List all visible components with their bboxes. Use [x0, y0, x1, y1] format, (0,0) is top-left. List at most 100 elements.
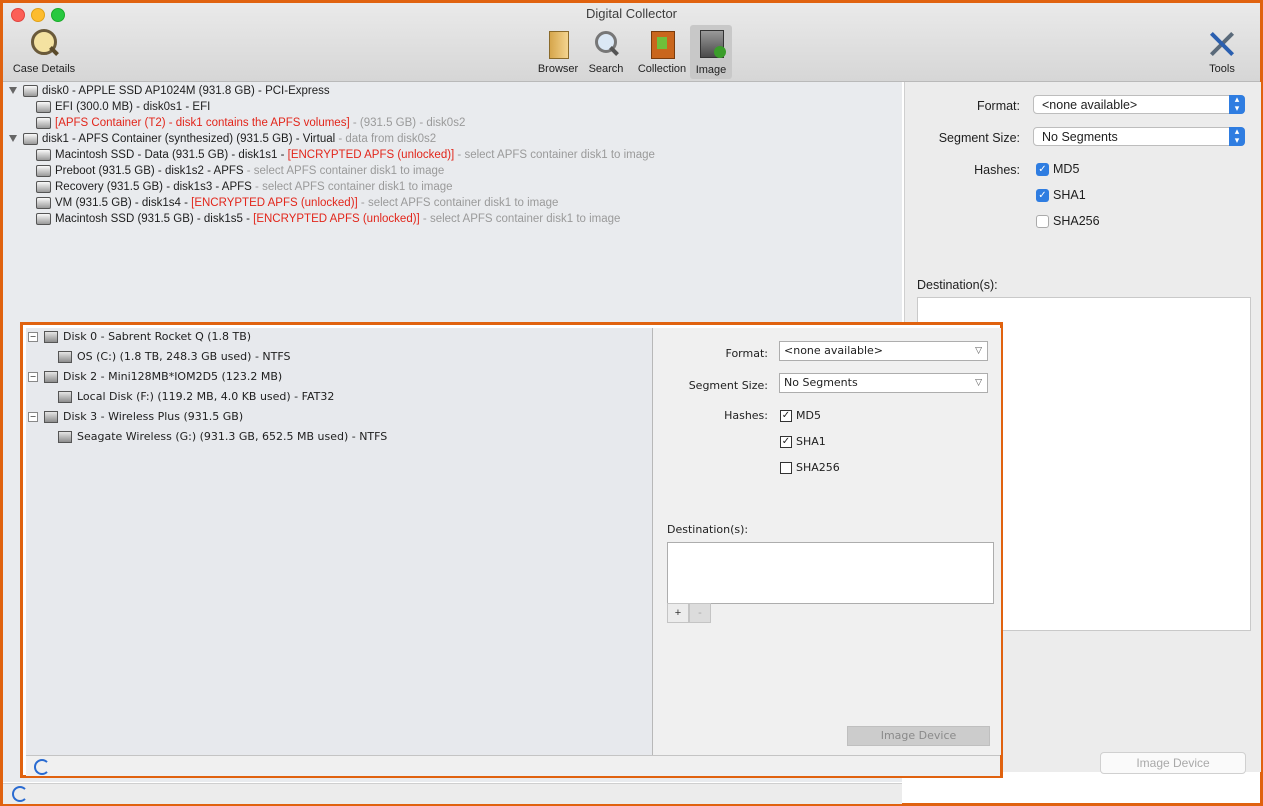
image-device-button[interactable]: Image Device	[1100, 752, 1246, 774]
case-details-label: Case Details	[12, 63, 76, 75]
encrypted-note: [ENCRYPTED APFS (unlocked)]	[253, 213, 420, 225]
tree-row-apfs-container[interactable]: [APFS Container (T2) - disk1 contains th…	[36, 115, 465, 131]
image-label: Image	[695, 64, 727, 76]
sha256-checkbox[interactable]	[1036, 215, 1049, 228]
tree-row-note: - select APFS container disk1 to image	[419, 213, 621, 225]
win-tree-label: OS (C:) (1.8 TB, 248.3 GB used) - NTFS	[77, 350, 291, 363]
tree-row-note: - (931.5 GB) - disk0s2	[349, 117, 466, 129]
win-destinations-list[interactable]	[667, 542, 994, 604]
drive-icon	[44, 371, 58, 383]
win-format-value: <none available>	[784, 344, 884, 357]
collection-label: Collection	[637, 63, 687, 75]
win-hashes-label: Hashes:	[724, 409, 768, 422]
windows-image-options-panel: Format: <none available> ▽ Segment Size: …	[652, 328, 1001, 755]
win-tree-row-disk0[interactable]: − Disk 0 - Sabrent Rocket Q (1.8 TB)	[28, 328, 251, 346]
segment-size-value: No Segments	[1042, 130, 1118, 144]
refresh-icon[interactable]	[12, 786, 28, 802]
win-tree-row-f[interactable]: Local Disk (F:) (119.2 MB, 4.0 KB used) …	[58, 388, 334, 406]
drive-icon	[36, 196, 51, 209]
browser-icon	[541, 27, 575, 61]
image-button[interactable]: Image	[690, 25, 732, 79]
sha1-checkbox[interactable]: ✓	[1036, 189, 1049, 202]
format-select[interactable]: <none available> ▴ ▾	[1033, 95, 1245, 114]
win-segment-size-label: Segment Size:	[688, 379, 768, 392]
drive-icon	[36, 164, 51, 177]
disclosure-triangle-icon[interactable]	[9, 87, 17, 95]
win-tree-row-g[interactable]: Seagate Wireless (G:) (931.3 GB, 652.5 M…	[58, 428, 387, 446]
drive-icon	[58, 391, 72, 403]
magnifier-case-icon	[27, 27, 61, 61]
segment-size-label: Segment Size:	[938, 131, 1020, 145]
md5-label: MD5	[1053, 162, 1080, 176]
tree-row-note: - select APFS container disk1 to image	[251, 181, 453, 193]
search-button[interactable]: Search	[586, 27, 626, 75]
segment-size-select[interactable]: No Segments ▴ ▾	[1033, 127, 1245, 146]
tree-row-note: - select APFS container disk1 to image	[454, 149, 655, 161]
collection-box-icon	[645, 27, 679, 61]
win-sha1-checkbox[interactable]: ✓	[780, 436, 792, 448]
remove-destination-button[interactable]: -	[689, 603, 711, 623]
encrypted-note: [APFS Container (T2) - disk1 contains th…	[55, 117, 350, 129]
win-sha256-checkbox[interactable]	[780, 462, 792, 474]
win-tree-label: Seagate Wireless (G:) (931.3 GB, 652.5 M…	[77, 430, 388, 443]
win-format-label: Format:	[725, 347, 768, 360]
search-label: Search	[588, 63, 624, 75]
browser-button[interactable]: Browser	[535, 27, 581, 75]
format-value: <none available>	[1042, 98, 1138, 112]
format-label: Format:	[976, 99, 1020, 113]
drive-icon	[58, 351, 72, 363]
tree-row-disk1s2[interactable]: Preboot (931.5 GB) - disk1s2 - APFS - se…	[36, 163, 444, 179]
drive-icon	[36, 100, 51, 113]
search-icon	[589, 27, 623, 61]
win-tree-label: Local Disk (F:) (119.2 MB, 4.0 KB used) …	[77, 390, 335, 403]
refresh-icon[interactable]	[34, 759, 50, 775]
tree-row-note: - select APFS container disk1 to image	[243, 165, 445, 177]
win-tree-label: Disk 2 - Mini128MB*IOM2D5 (123.2 MB)	[63, 370, 283, 383]
tools-icon	[1205, 27, 1239, 61]
win-tree-row-disk3[interactable]: − Disk 3 - Wireless Plus (931.5 GB)	[28, 408, 243, 426]
destinations-label: Destination(s):	[917, 278, 998, 292]
tree-row-disk1s1[interactable]: Macintosh SSD - Data (931.5 GB) - disk1s…	[36, 147, 655, 163]
drive-icon	[58, 431, 72, 443]
tree-row-disk1s4[interactable]: VM (931.5 GB) - disk1s4 - [ENCRYPTED APF…	[36, 195, 558, 211]
collection-button[interactable]: Collection	[633, 27, 691, 75]
collapse-icon[interactable]: −	[28, 332, 38, 342]
disclosure-triangle-icon[interactable]	[9, 135, 17, 143]
add-destination-button[interactable]: +	[667, 603, 689, 623]
drive-icon	[23, 132, 38, 145]
tools-button[interactable]: Tools	[1202, 27, 1242, 75]
win-image-device-button[interactable]: Image Device	[847, 726, 990, 746]
win-tree-row-disk2[interactable]: − Disk 2 - Mini128MB*IOM2D5 (123.2 MB)	[28, 368, 282, 386]
collapse-icon[interactable]: −	[28, 412, 38, 422]
tree-row-disk1[interactable]: disk1 - APFS Container (synthesized) (93…	[9, 131, 436, 147]
tree-row-efi[interactable]: EFI (300.0 MB) - disk0s1 - EFI	[36, 99, 210, 115]
win-tree-row-c[interactable]: OS (C:) (1.8 TB, 248.3 GB used) - NTFS	[58, 348, 290, 366]
browser-label: Browser	[537, 63, 579, 75]
image-disk-icon	[694, 28, 728, 62]
tree-row-disk1s5[interactable]: Macintosh SSD (931.5 GB) - disk1s5 - [EN…	[36, 211, 620, 227]
win-tree-label: Disk 0 - Sabrent Rocket Q (1.8 TB)	[63, 330, 252, 343]
win-segment-size-select[interactable]: No Segments ▽	[779, 373, 988, 393]
drive-icon	[44, 411, 58, 423]
win-destinations-label: Destination(s):	[667, 523, 749, 536]
windows-version-overlay: − Disk 0 - Sabrent Rocket Q (1.8 TB) OS (…	[20, 322, 1003, 778]
win-format-select[interactable]: <none available> ▽	[779, 341, 988, 361]
tree-row-label: Preboot (931.5 GB) - disk1s2 - APFS	[55, 165, 244, 177]
collapse-icon[interactable]: −	[28, 372, 38, 382]
tree-row-disk0[interactable]: disk0 - APPLE SSD AP1024M (931.8 GB) - P…	[9, 83, 330, 99]
status-bar	[3, 783, 902, 804]
tree-row-note: - select APFS container disk1 to image	[357, 197, 559, 209]
case-details-button[interactable]: Case Details	[9, 27, 79, 75]
tree-row-label: disk1 - APFS Container (synthesized) (93…	[42, 133, 336, 145]
drive-icon	[36, 148, 51, 161]
tree-row-label: Recovery (931.5 GB) - disk1s3 - APFS	[55, 181, 252, 193]
stepper-arrows-icon: ▴ ▾	[1229, 127, 1245, 146]
windows-device-tree: − Disk 0 - Sabrent Rocket Q (1.8 TB) OS (…	[26, 328, 652, 755]
tree-row-disk1s3[interactable]: Recovery (931.5 GB) - disk1s3 - APFS - s…	[36, 179, 453, 195]
stepper-arrows-icon: ▴ ▾	[1229, 95, 1245, 114]
tree-row-label: EFI (300.0 MB) - disk0s1 - EFI	[55, 101, 211, 113]
tree-row-label: Macintosh SSD - Data (931.5 GB) - disk1s…	[55, 149, 288, 161]
win-tree-label: Disk 3 - Wireless Plus (931.5 GB)	[63, 410, 244, 423]
md5-checkbox[interactable]: ✓	[1036, 163, 1049, 176]
win-md5-checkbox[interactable]: ✓	[780, 410, 792, 422]
